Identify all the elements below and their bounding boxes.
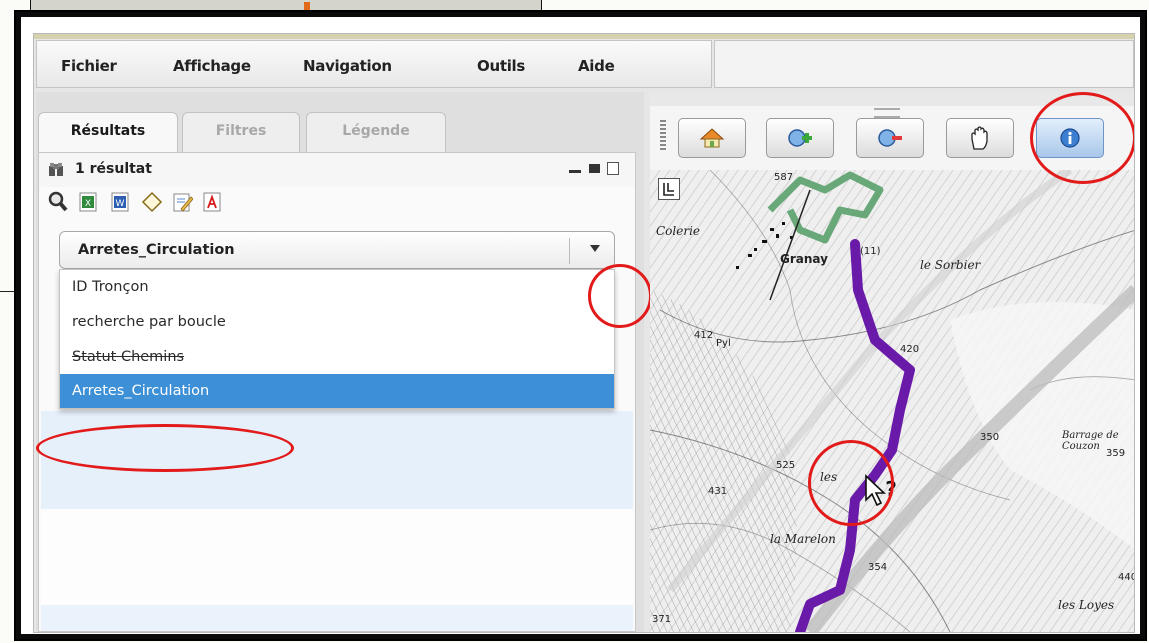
map-elev-412: 412 — [694, 330, 714, 341]
option-recherche-par-boucle[interactable]: recherche par boucle — [60, 305, 614, 339]
minimize-icon[interactable] — [569, 170, 581, 173]
topographic-map[interactable]: Colerie Granay le Sorbier Barrage de Cou… — [650, 170, 1134, 632]
map-label-marelon: la Marelon — [770, 532, 836, 546]
option-statut-chemins-label: Statut Chemins — [72, 349, 185, 365]
map-label-les: les — [820, 470, 838, 484]
map-label-granay: Granay — [780, 252, 828, 266]
result-count: 1 résultat — [75, 161, 152, 177]
app-top-band — [34, 34, 1134, 39]
gis-application: Fichier Affichage Navigation Outils Aide… — [33, 33, 1135, 633]
map-elev-359: 359 — [1106, 448, 1126, 459]
menu-outils[interactable]: Outils — [477, 57, 525, 75]
hand-icon — [971, 126, 988, 150]
info-icon — [1060, 128, 1080, 148]
binoculars-icon — [49, 163, 63, 176]
map-label-colerie: Colerie — [656, 224, 701, 238]
edit-icon[interactable] — [171, 191, 193, 213]
screenshot-frame: Fichier Affichage Navigation Outils Aide… — [14, 10, 1147, 641]
pan-button[interactable] — [946, 118, 1014, 158]
option-statut-chemins[interactable]: Statut Chemins — [60, 340, 614, 374]
map-elev-440: 440 — [1118, 572, 1134, 583]
svg-text:W: W — [116, 199, 125, 209]
results-list-band-3 — [41, 605, 633, 631]
maximize-icon[interactable] — [589, 164, 600, 173]
zoom-in-button[interactable] — [766, 118, 834, 158]
result-header: 1 résultat — [39, 153, 635, 187]
layer-dropdown: ID Tronçon recherche par boucle Statut C… — [59, 269, 615, 409]
excel-export-icon[interactable]: X — [77, 191, 99, 213]
menu-bar-right — [714, 40, 1134, 88]
tab-legende[interactable]: Légende — [306, 112, 446, 152]
menu-fichier[interactable]: Fichier — [61, 57, 117, 75]
map-label-11: (11) — [860, 246, 881, 257]
window-controls — [569, 162, 629, 176]
map-elev-431: 431 — [708, 486, 728, 497]
map-graphics — [650, 170, 1134, 632]
map-label-pyl: Pyl — [716, 338, 731, 349]
pdf-export-icon[interactable] — [201, 191, 223, 213]
menu-aide[interactable]: Aide — [578, 57, 615, 75]
layer-select-value: Arretes_Circulation — [78, 242, 235, 258]
svg-text:?: ? — [885, 477, 897, 501]
map-elev-420: 420 — [900, 344, 920, 355]
strip-marker — [304, 2, 310, 10]
toolbar-grip[interactable] — [660, 120, 666, 150]
results-panel: Résultats Filtres Légende 1 résultat X W… — [36, 92, 652, 632]
identify-cursor-icon: ? — [865, 474, 897, 507]
map-label-loyes: les Loyes — [1058, 598, 1115, 612]
zoom-to-extent-icon[interactable] — [141, 191, 163, 213]
restore-icon[interactable] — [607, 162, 619, 175]
tab-filtres[interactable]: Filtres — [182, 112, 300, 152]
home-button[interactable] — [678, 118, 746, 158]
info-button[interactable] — [1036, 118, 1104, 158]
results-list-band-2 — [41, 509, 633, 605]
map-elev-525: 525 — [776, 460, 796, 471]
svg-text:X: X — [85, 199, 91, 209]
result-tools: X W — [47, 191, 347, 217]
panel-splitter[interactable] — [874, 108, 900, 118]
tab-resultats[interactable]: Résultats — [38, 112, 178, 154]
option-arretes-circulation[interactable]: Arretes_Circulation — [60, 374, 614, 408]
results-body: 1 résultat X W Arretes_Circulation ID Tr… — [38, 152, 636, 632]
search-icon[interactable] — [47, 191, 69, 213]
home-icon — [699, 128, 725, 148]
map-elev-350: 350 — [980, 432, 1000, 443]
zoom-in-icon — [788, 129, 812, 147]
results-list-band — [41, 411, 633, 509]
select-separator — [569, 238, 570, 264]
map-elev-354: 354 — [868, 562, 888, 573]
menu-affichage[interactable]: Affichage — [173, 57, 251, 75]
zoom-out-button[interactable] — [856, 118, 924, 158]
map-panel: Colerie Granay le Sorbier Barrage de Cou… — [650, 92, 1134, 632]
word-export-icon[interactable]: W — [109, 191, 131, 213]
map-label-sorbier: le Sorbier — [920, 258, 981, 272]
chevron-down-icon[interactable] — [590, 245, 600, 252]
map-elev-587: 587 — [774, 172, 794, 183]
menu-navigation[interactable]: Navigation — [303, 57, 392, 75]
option-id-troncon[interactable]: ID Tronçon — [60, 270, 614, 304]
layer-select[interactable]: Arretes_Circulation — [59, 231, 615, 269]
map-elev-371: 371 — [652, 614, 672, 625]
map-overview-toggle[interactable] — [658, 178, 680, 200]
zoom-out-icon — [878, 129, 902, 147]
overview-icon — [663, 183, 674, 196]
menu-bar: Fichier Affichage Navigation Outils Aide — [36, 40, 712, 88]
